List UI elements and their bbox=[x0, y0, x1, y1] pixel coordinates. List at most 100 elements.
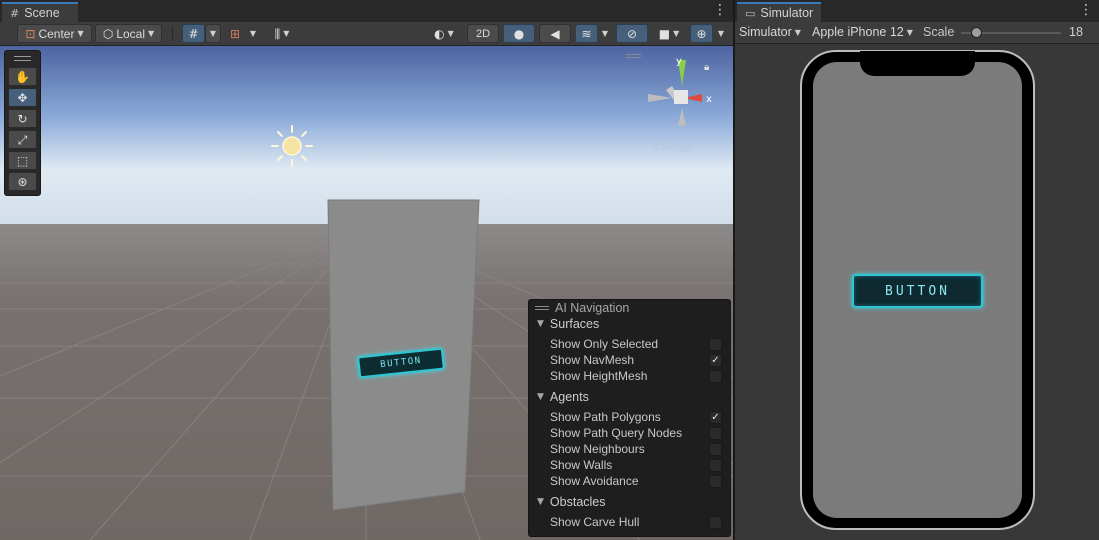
gizmos-toggle-button[interactable]: ⊕ bbox=[690, 24, 713, 43]
option-show-avoidance[interactable]: Show Avoidance bbox=[550, 473, 726, 489]
option-show-path-polygons[interactable]: Show Path Polygons ✓ bbox=[550, 409, 726, 425]
view-tool-button[interactable]: ✋ bbox=[8, 67, 37, 86]
camera-settings-dropdown[interactable]: ■ ▼ bbox=[651, 24, 687, 43]
simulator-more-menu-icon[interactable]: ⋮ bbox=[1079, 3, 1093, 17]
snap-increment-button[interactable]: ⊞ bbox=[224, 24, 246, 43]
grid-options-dropdown[interactable]: ▼ bbox=[205, 24, 221, 43]
chevron-down-icon: ▼ bbox=[601, 29, 609, 38]
chevron-down-icon: ▼ bbox=[673, 29, 680, 38]
checkbox[interactable]: ✓ bbox=[709, 354, 722, 367]
scale-slider-thumb[interactable] bbox=[971, 27, 982, 38]
grid-toggle-icon: # bbox=[188, 26, 199, 41]
scene-viewport[interactable]: BUTTON ✋ ✥ ↻ ⤢ ⬚ ⊛ 🔒︎ y x < Persp AI Nav… bbox=[0, 46, 733, 540]
device-icon: ▭ bbox=[745, 6, 756, 20]
effects-toggle-button[interactable]: ≋ bbox=[575, 24, 598, 43]
transform-tools-overlay: ✋ ✥ ↻ ⤢ ⬚ ⊛ bbox=[4, 50, 41, 196]
tab-simulator[interactable]: ▭ Simulator bbox=[737, 2, 821, 22]
device-screen[interactable]: BUTTON bbox=[813, 62, 1022, 518]
gizmo-neg-y-axis[interactable] bbox=[678, 108, 686, 126]
checkbox[interactable] bbox=[709, 516, 722, 529]
rect-tool-button[interactable]: ⬚ bbox=[8, 151, 37, 170]
ui-button[interactable]: BUTTON bbox=[852, 274, 983, 308]
chevron-down-icon: ▼ bbox=[794, 27, 801, 37]
option-label: Show Walls bbox=[550, 458, 613, 472]
option-label: Show Avoidance bbox=[550, 474, 639, 488]
option-show-walls[interactable]: Show Walls bbox=[550, 457, 726, 473]
option-show-only-selected[interactable]: Show Only Selected bbox=[550, 336, 726, 352]
section-obstacles[interactable]: ▼ Obstacles bbox=[537, 495, 606, 509]
pivot-rotation-dropdown[interactable]: ⬡ Local ▼ bbox=[95, 24, 162, 43]
transform-tool-button[interactable]: ⊛ bbox=[8, 172, 37, 191]
device-dropdown[interactable]: Apple iPhone 12 ▼ bbox=[812, 25, 913, 39]
effects-options-dropdown[interactable]: ▼ bbox=[598, 24, 612, 43]
layers-icon: ≋ bbox=[581, 26, 592, 41]
lighting-toggle-button[interactable]: ● bbox=[503, 24, 535, 43]
rotate-tool-button[interactable]: ↻ bbox=[8, 109, 37, 128]
section-agents[interactable]: ▼ Agents bbox=[537, 390, 589, 404]
option-show-navmesh[interactable]: Show NavMesh ✓ bbox=[550, 352, 726, 368]
option-show-path-query-nodes[interactable]: Show Path Query Nodes bbox=[550, 425, 726, 441]
chevron-down-icon: ▼ bbox=[148, 29, 155, 38]
simulator-mode-dropdown[interactable]: Simulator ▼ bbox=[739, 25, 801, 39]
checkbox[interactable]: ✓ bbox=[709, 411, 722, 424]
option-show-heightmesh[interactable]: Show HeightMesh bbox=[550, 368, 726, 384]
option-label: Show NavMesh bbox=[550, 353, 635, 367]
option-label: Show Path Query Nodes bbox=[550, 426, 683, 440]
overlay-grip[interactable] bbox=[535, 306, 549, 310]
eye-hidden-icon: ⊘ bbox=[626, 26, 638, 41]
snap-icon: ⊞ bbox=[229, 26, 241, 41]
scale-icon: ⤢ bbox=[17, 132, 28, 147]
checkbox[interactable] bbox=[709, 427, 722, 440]
projection-toggle[interactable]: < Persp bbox=[652, 142, 692, 154]
ui-button-label: BUTTON bbox=[885, 283, 950, 299]
checkmark-icon: ✓ bbox=[711, 355, 720, 366]
orientation-gizmo[interactable]: y x bbox=[640, 56, 724, 176]
section-surfaces[interactable]: ▼ Surfaces bbox=[537, 317, 599, 331]
simulator-tab-bar: ▭ Simulator ⋮ bbox=[735, 0, 1099, 22]
toolbar-divider bbox=[172, 27, 173, 41]
gizmo-neg-x-axis[interactable] bbox=[648, 94, 672, 102]
chevron-down-icon: ▼ bbox=[209, 29, 217, 38]
ai-navigation-overlay: AI Navigation ▼ Surfaces Show Only Selec… bbox=[528, 299, 731, 537]
toggle-2d-button[interactable]: 2D bbox=[467, 24, 499, 43]
checkmark-icon: ✓ bbox=[711, 412, 720, 423]
checkbox[interactable] bbox=[709, 475, 722, 488]
scale-value[interactable]: 18 bbox=[1069, 25, 1083, 39]
grid-visibility-button[interactable]: # bbox=[182, 24, 205, 43]
scene-toolbar: ⊡ Center ▼ ⬡ Local ▼ # ▼ ⊞ ▼ ⫼ ▼ ◐ ▼ 2D … bbox=[0, 22, 733, 46]
pivot-position-dropdown[interactable]: ⊡ Center ▼ bbox=[17, 24, 92, 43]
section-title: Surfaces bbox=[549, 317, 600, 331]
audio-toggle-button[interactable]: ◀ bbox=[539, 24, 571, 43]
draw-mode-dropdown[interactable]: ◐ ▼ bbox=[426, 24, 462, 43]
tab-scene[interactable]: # Scene bbox=[2, 2, 78, 22]
checkbox[interactable] bbox=[709, 459, 722, 472]
pivot-rotation-label: Local bbox=[116, 26, 145, 41]
foldout-arrow-icon: ▼ bbox=[537, 497, 544, 507]
snap-options-dropdown[interactable]: ▼ bbox=[246, 24, 260, 43]
checkbox[interactable] bbox=[709, 443, 722, 456]
simulator-tab-label: Simulator bbox=[760, 6, 814, 20]
option-show-neighbours[interactable]: Show Neighbours bbox=[550, 441, 726, 457]
gizmos-options-dropdown[interactable]: ▼ bbox=[713, 24, 729, 43]
gizmo-center-cube[interactable] bbox=[674, 90, 688, 104]
move-tool-button[interactable]: ✥ bbox=[8, 88, 37, 107]
overlay-grip[interactable] bbox=[14, 56, 31, 61]
scene-visibility-button[interactable]: ⊘ bbox=[616, 24, 648, 43]
checkbox[interactable] bbox=[709, 338, 722, 351]
mute-speaker-icon: ◀ bbox=[550, 26, 560, 41]
simulator-mode-label: Simulator bbox=[739, 25, 792, 39]
directional-light-icon[interactable] bbox=[270, 124, 314, 168]
simulator-panel: ▭ Simulator ⋮ Simulator ▼ Apple iPhone 1… bbox=[735, 0, 1099, 540]
option-show-carve-hull[interactable]: Show Carve Hull bbox=[550, 514, 726, 530]
ai-navigation-header[interactable]: AI Navigation bbox=[529, 300, 730, 316]
scene-more-menu-icon[interactable]: ⋮ bbox=[713, 3, 727, 17]
checkbox[interactable] bbox=[709, 370, 722, 383]
transform-all-icon: ⊛ bbox=[17, 174, 28, 189]
rect-transform-icon: ⬚ bbox=[16, 153, 29, 168]
gizmo-grip[interactable] bbox=[626, 54, 641, 58]
increment-snap-dropdown[interactable]: ⫼ ▼ bbox=[264, 24, 300, 43]
rotate-icon: ↻ bbox=[17, 111, 28, 126]
local-cube-icon: ⬡ bbox=[102, 26, 114, 41]
scale-tool-button[interactable]: ⤢ bbox=[8, 130, 37, 149]
device-notch bbox=[860, 51, 975, 76]
